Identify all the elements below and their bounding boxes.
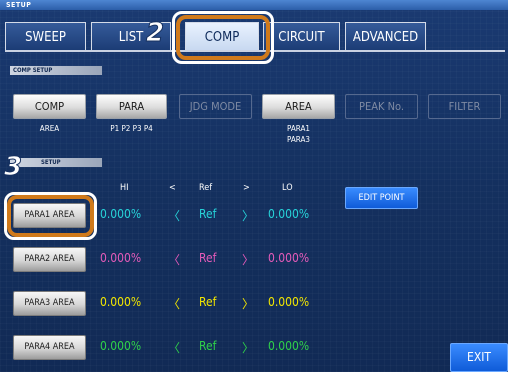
screen-title: SETUP [6, 1, 32, 9]
ref-header: Ref [199, 183, 213, 193]
screen-title-bar: SETUP [0, 0, 508, 10]
tab-sweep[interactable]: SWEEP [5, 22, 86, 51]
para3-ref: Ref [199, 295, 217, 309]
lo-header: LO [282, 183, 293, 193]
para3-lo-value: 0.000% [268, 295, 310, 309]
para4-hi-value: 0.000% [100, 339, 142, 353]
para2-left-mark: 〈 [168, 253, 181, 267]
exit-button[interactable]: EXIT [450, 343, 508, 372]
para-button[interactable]: PARA [96, 94, 167, 119]
step-3-number: 3 [3, 152, 23, 183]
tab-advanced[interactable]: ADVANCED [345, 22, 426, 51]
para3-right-mark: 〉 [242, 297, 255, 311]
para2-right-mark: 〉 [242, 253, 255, 267]
para1-ref: Ref [199, 207, 217, 221]
para-caption: P1 P2 P3 P4 [110, 124, 153, 133]
area-setup-label: SETUP [10, 158, 102, 167]
hi-header: HI [120, 183, 129, 193]
area-caption-line2: PARA3 [287, 135, 310, 144]
area-caption-line1: PARA1 [287, 124, 310, 133]
para3-hi-value: 0.000% [100, 295, 142, 309]
area-button[interactable]: AREA [262, 94, 335, 119]
step-2-number: 2 [145, 18, 165, 49]
edit-point-button[interactable]: EDIT POINT [345, 187, 418, 209]
para1-lo-value: 0.000% [268, 207, 310, 221]
comp-caption: AREA [39, 124, 60, 133]
para2-hi-value: 0.000% [100, 251, 142, 265]
para1-hi-value: 0.000% [100, 207, 142, 221]
comp-tab-callout [176, 15, 270, 60]
tab-circuit[interactable]: CIRCUIT [263, 22, 340, 51]
comp-button[interactable]: COMP [13, 94, 86, 119]
para2-lo-value: 0.000% [268, 251, 310, 265]
lt-header: < [169, 183, 176, 193]
para3-area-button[interactable]: PARA3 AREA [13, 291, 86, 316]
peak-no-button[interactable]: PEAK No. [345, 94, 418, 119]
para4-ref: Ref [199, 339, 217, 353]
para1-left-mark: 〈 [168, 209, 181, 223]
filter-button[interactable]: FILTER [428, 94, 501, 119]
para2-area-button[interactable]: PARA2 AREA [13, 247, 86, 272]
para1-right-mark: 〉 [242, 209, 255, 223]
jdg-mode-button[interactable]: JDG MODE [179, 94, 252, 119]
gt-header: > [243, 183, 250, 193]
para4-area-button[interactable]: PARA4 AREA [13, 335, 86, 360]
para4-lo-value: 0.000% [268, 339, 310, 353]
device-screen: SETUP SWEEP LIST COMP CIRCUIT ADVANCED C… [0, 0, 508, 372]
para1-callout [7, 195, 94, 237]
comp-setup-label: COMP SETUP [10, 66, 102, 75]
para4-right-mark: 〉 [242, 341, 255, 355]
para4-left-mark: 〈 [168, 341, 181, 355]
para3-left-mark: 〈 [168, 297, 181, 311]
para2-ref: Ref [199, 251, 217, 265]
